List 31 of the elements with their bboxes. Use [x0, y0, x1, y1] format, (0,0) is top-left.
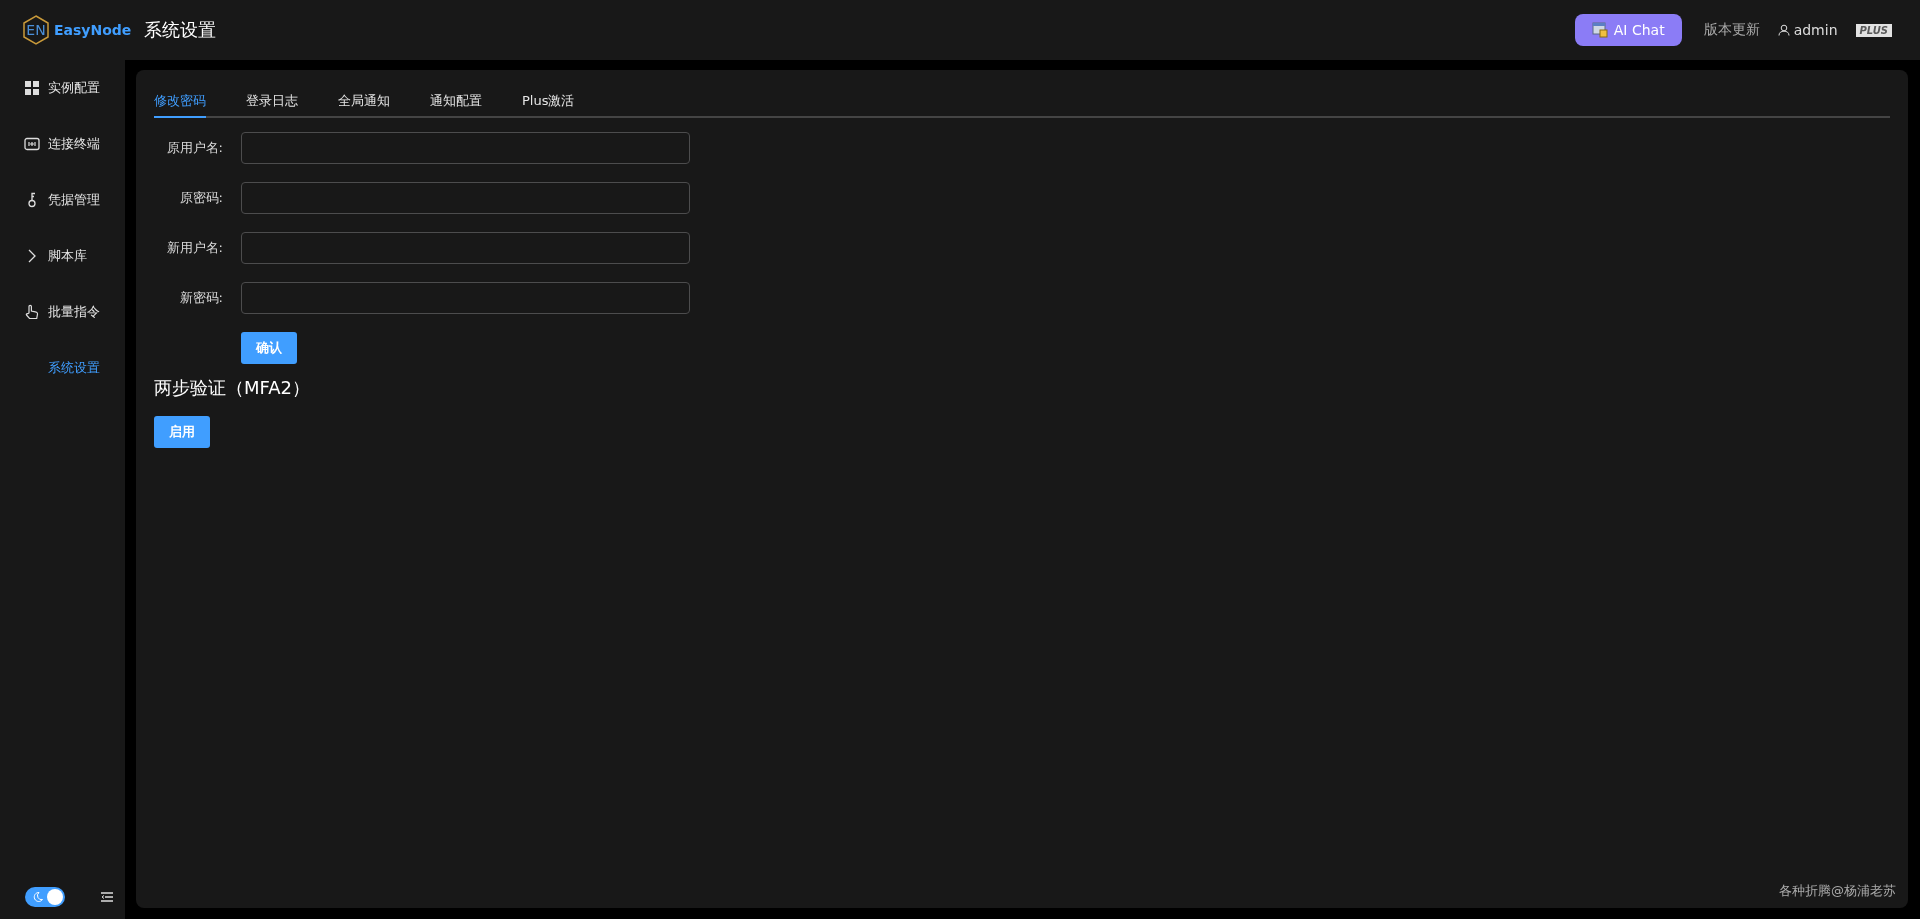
footer-credit: 各种折腾@杨浦老苏 — [1779, 882, 1896, 900]
field-label: 新用户名: — [165, 239, 224, 257]
terminal-icon — [24, 136, 40, 152]
update-link[interactable]: 版本更新 — [1703, 21, 1760, 39]
section-title: 两步验证（MFA2） — [154, 376, 311, 400]
sidebar-item[interactable]: 连接终端 — [0, 116, 125, 172]
field-label: 原密码: — [178, 189, 224, 207]
user-menu[interactable]: admin — [1777, 22, 1838, 38]
sidebar-item[interactable]: 凭据管理 — [0, 172, 125, 228]
logo-text: EasyNode — [54, 22, 132, 38]
field-label: 原用户名: — [165, 139, 224, 157]
page-title: 系统设置 — [144, 18, 216, 42]
tab[interactable]: Plus激活 — [522, 92, 575, 118]
field-label: 新密码: — [178, 289, 224, 307]
tab[interactable]: 登录日志 — [246, 92, 298, 118]
tab[interactable]: 通知配置 — [430, 92, 482, 118]
menu-icon[interactable] — [101, 892, 113, 902]
sidebar-item[interactable]: 系统设置 — [0, 340, 125, 396]
theme-toggle[interactable] — [25, 887, 65, 907]
sidebar-item[interactable]: 实例配置 — [0, 60, 125, 116]
moon-icon — [32, 891, 44, 903]
grid-icon — [24, 80, 40, 96]
logo-mark: EN — [22, 15, 50, 45]
tab[interactable]: 修改密码 — [154, 92, 206, 118]
chat-window-icon — [1591, 22, 1608, 38]
tab[interactable]: 全局通知 — [338, 92, 390, 118]
pointing-hand-icon — [24, 304, 40, 320]
sidebar-item[interactable]: 脚本库 — [0, 228, 125, 284]
plan-badge: PLUS — [1855, 23, 1892, 37]
user-icon — [1777, 24, 1790, 36]
sidebar-item[interactable]: 批量指令 — [0, 284, 125, 340]
